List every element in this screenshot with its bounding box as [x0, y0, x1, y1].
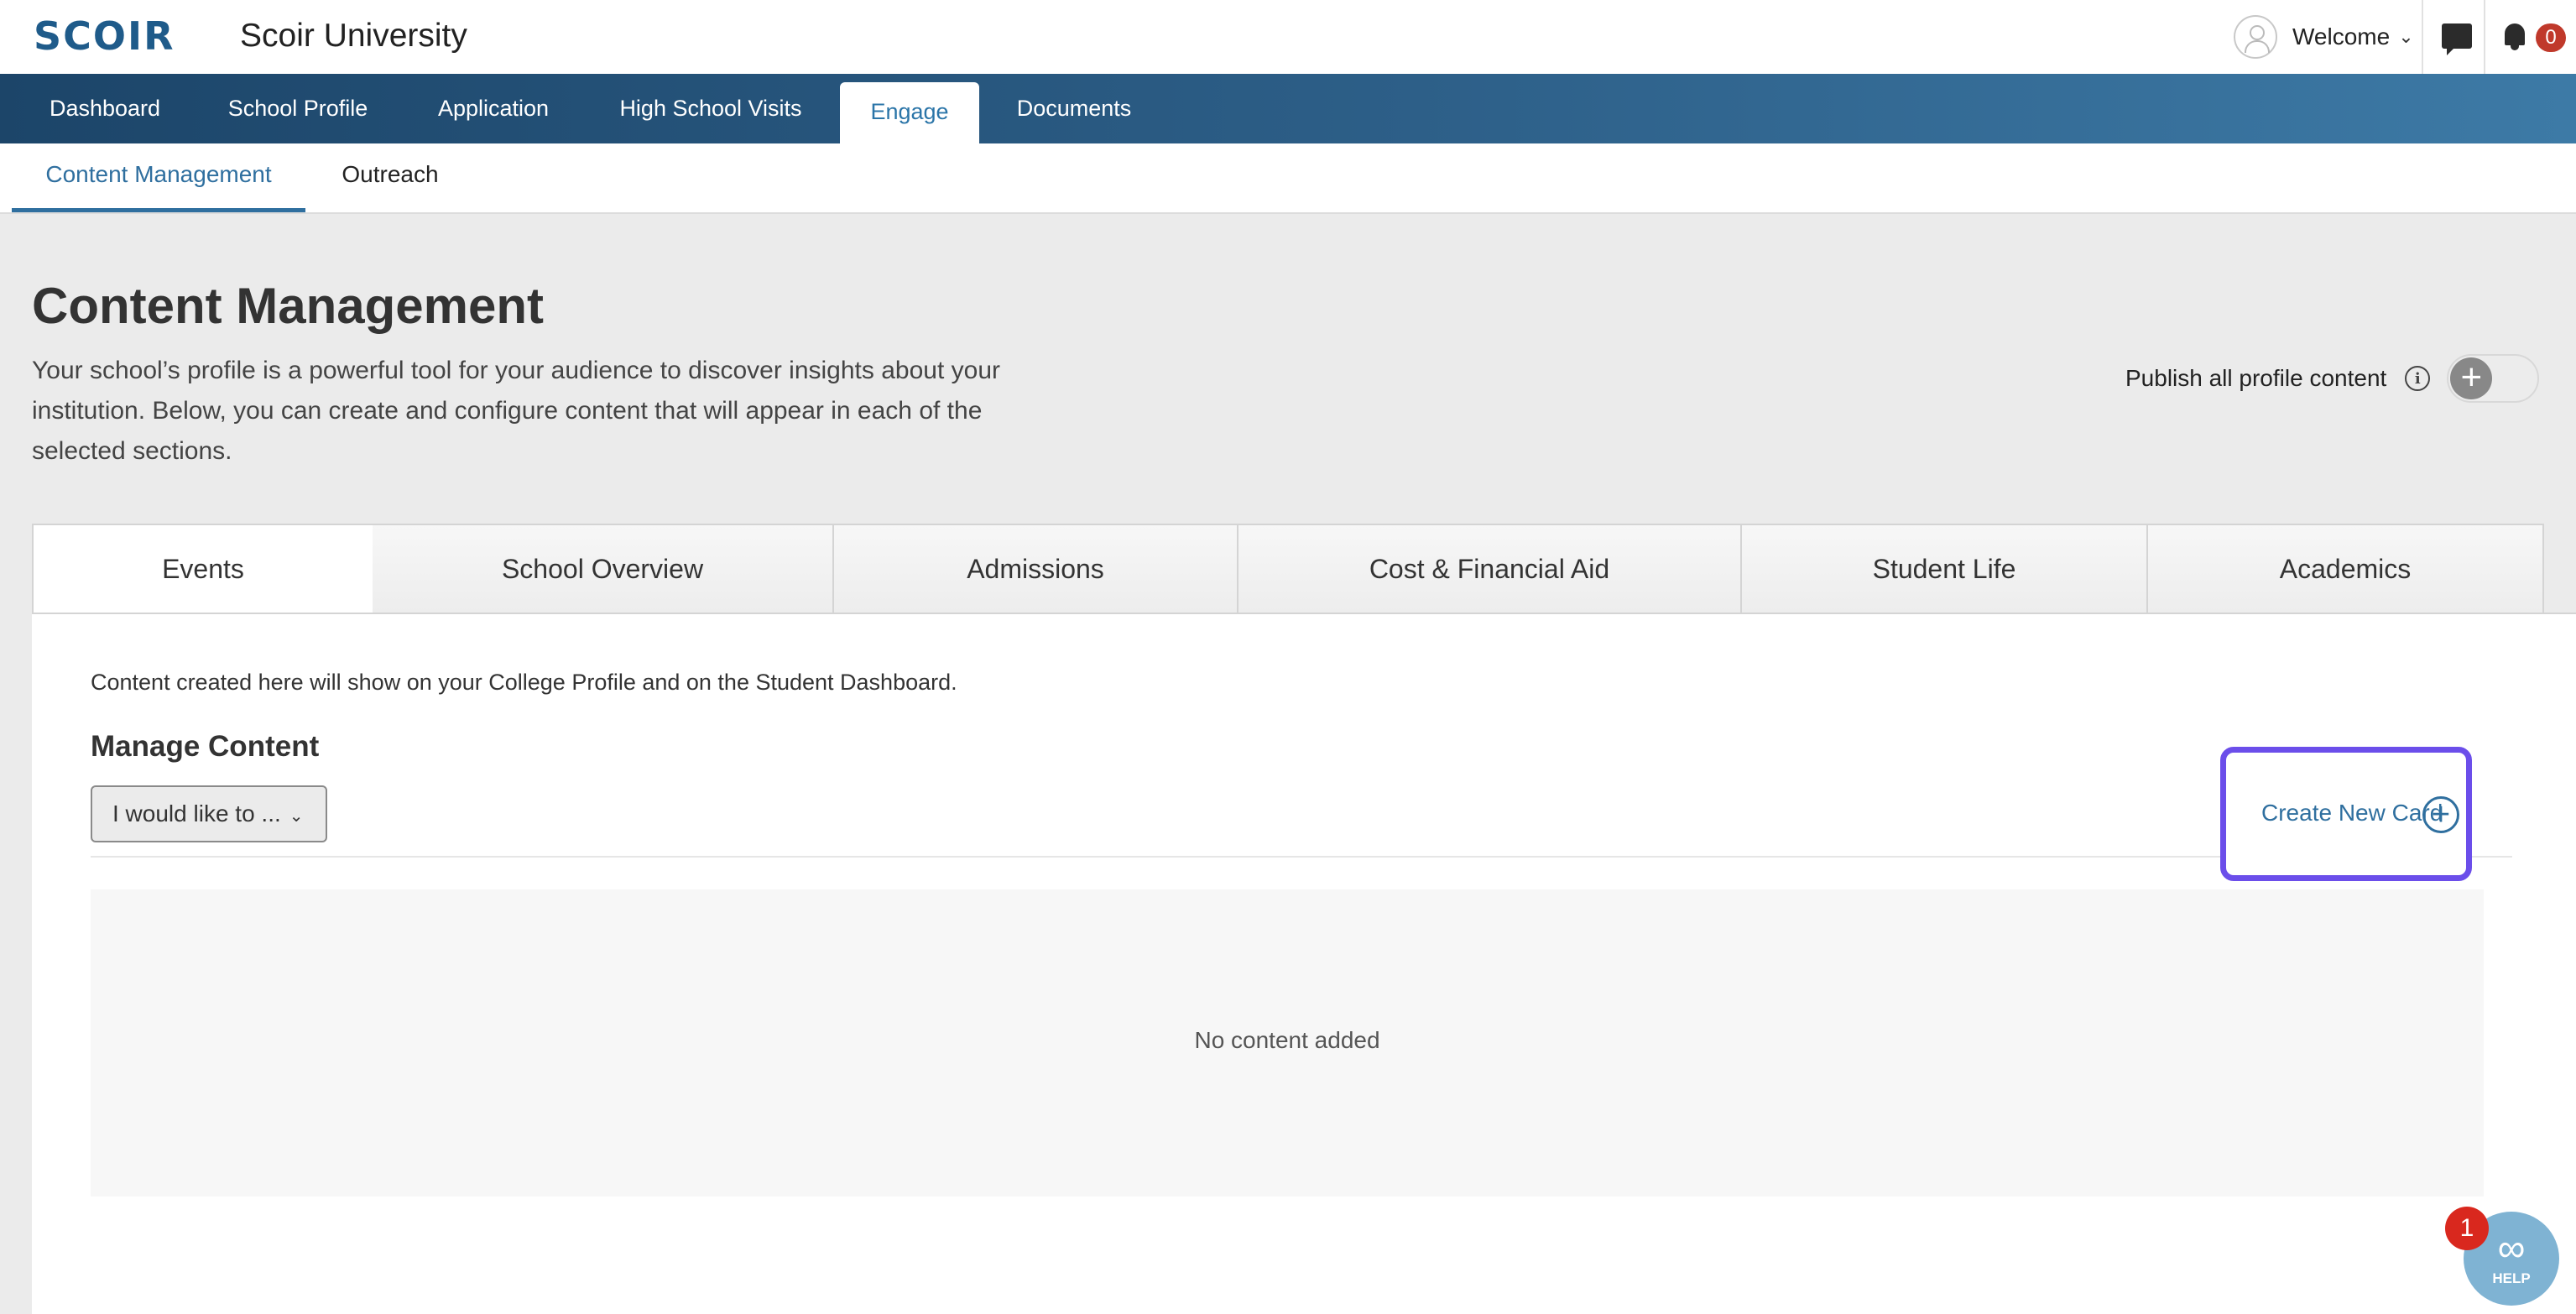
nav-item-application[interactable]: Application: [411, 74, 576, 143]
manage-content-title: Manage Content: [91, 730, 320, 763]
page-description: Your school’s profile is a powerful tool…: [32, 357, 1000, 465]
action-dropdown[interactable]: I would like to ... ⌄: [91, 785, 327, 842]
nav-item-documents[interactable]: Documents: [999, 74, 1150, 143]
sub-nav: Content Management Outreach: [0, 143, 2576, 214]
avatar-icon: [2234, 15, 2277, 59]
top-bar: SCOIR Scoir University Welcome ⌄ 0: [0, 0, 2576, 74]
welcome-label: Welcome: [2292, 23, 2391, 50]
subnav-outreach[interactable]: Outreach: [319, 143, 461, 212]
organization-name: Scoir University: [240, 18, 467, 54]
nav-item-school-profile[interactable]: School Profile: [198, 74, 398, 143]
header-divider: [2422, 0, 2423, 74]
divider: [91, 856, 2512, 858]
info-icon[interactable]: i: [2405, 366, 2431, 391]
nav-item-dashboard[interactable]: Dashboard: [25, 74, 185, 143]
panel-note: Content created here will show on your C…: [91, 670, 957, 695]
user-menu[interactable]: Welcome ⌄: [2234, 15, 2414, 59]
tab-school-overview[interactable]: School Overview: [373, 524, 834, 614]
chevron-down-icon: ⌄: [2398, 26, 2414, 47]
help-label: HELP: [2492, 1270, 2531, 1286]
nav-item-high-school-visits[interactable]: High School Visits: [596, 74, 826, 143]
tab-admissions[interactable]: Admissions: [834, 524, 1238, 614]
plus-icon: +: [2450, 357, 2493, 399]
publish-label: Publish all profile content: [2125, 365, 2387, 391]
page-title: Content Management: [32, 278, 545, 334]
nav-item-engage[interactable]: Engage: [840, 82, 979, 143]
scoir-logo[interactable]: SCOIR: [34, 15, 175, 57]
tab-academics[interactable]: Academics: [2148, 524, 2544, 614]
tab-events[interactable]: Events: [32, 524, 374, 616]
subnav-content-management[interactable]: Content Management: [12, 143, 305, 212]
header-divider: [2484, 0, 2485, 74]
publish-toggle[interactable]: +: [2447, 354, 2540, 403]
main-nav: Dashboard School Profile Application Hig…: [0, 74, 2576, 143]
tab-student-life[interactable]: Student Life: [1742, 524, 2148, 614]
empty-state-text: No content added: [1194, 1027, 1380, 1053]
section-tabs: Events School Overview Admissions Cost &…: [32, 524, 2574, 616]
create-new-card-button[interactable]: Create New Card +: [2220, 747, 2472, 881]
publish-all-control: Publish all profile content i +: [2125, 354, 2540, 403]
add-circle-icon: +: [2422, 796, 2459, 833]
bell-icon[interactable]: [2502, 20, 2527, 50]
help-badge: 1: [2445, 1207, 2489, 1250]
messages-icon[interactable]: [2442, 23, 2472, 55]
tab-cost-financial-aid[interactable]: Cost & Financial Aid: [1238, 524, 1742, 614]
content-list-empty-state: No content added: [91, 889, 2484, 1197]
notification-count-badge[interactable]: 0: [2536, 23, 2566, 52]
chevron-down-icon: ⌄: [289, 807, 304, 826]
create-new-card-label: Create New Card: [2261, 800, 2443, 826]
events-panel: Content created here will show on your C…: [32, 613, 2576, 1314]
dropdown-value: I would like to ...: [112, 800, 281, 826]
